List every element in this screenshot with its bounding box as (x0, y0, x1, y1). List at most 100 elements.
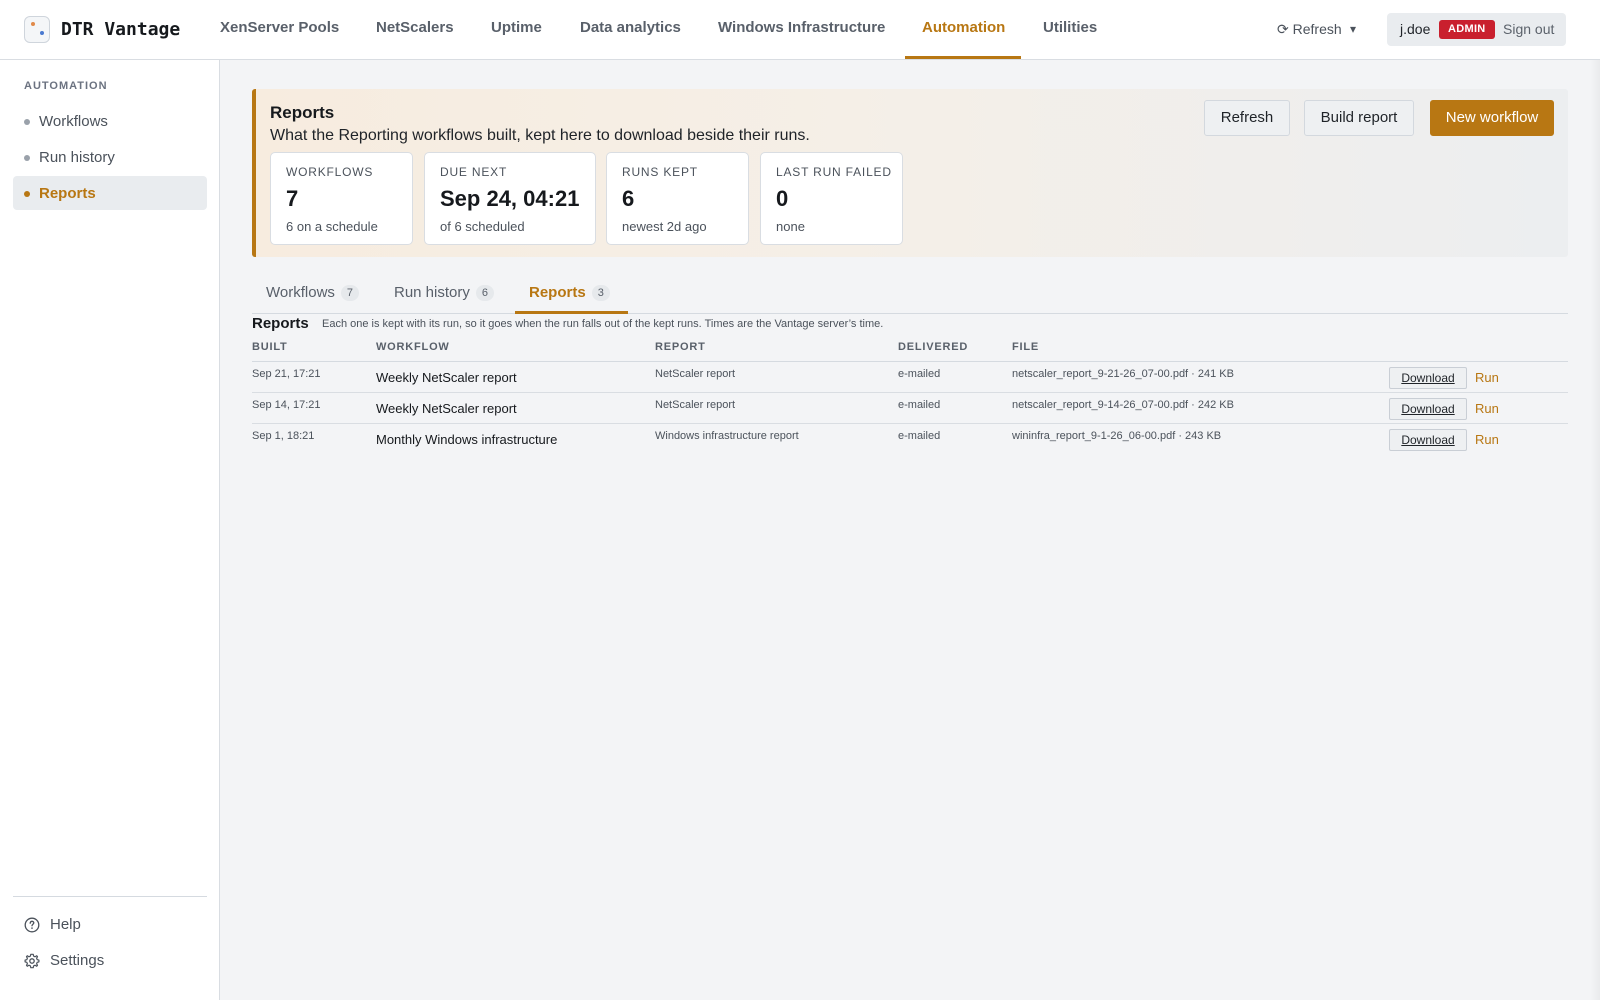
sidebar-item-label: Help (50, 916, 81, 933)
tab-count-badge: 3 (591, 285, 610, 301)
logo-dot (31, 22, 35, 26)
top-bar: DTR Vantage XenServer Pools NetScalers U… (0, 0, 1600, 60)
tab-count-badge: 7 (340, 285, 360, 301)
sidebar-divider (13, 896, 207, 897)
tab-label: Run history (394, 284, 470, 301)
cell-built: Sep 1, 18:21 (252, 430, 315, 442)
sidebar-item-label: Workflows (39, 113, 108, 130)
cell-built: Sep 14, 17:21 (252, 399, 321, 411)
app-name[interactable]: DTR Vantage (61, 19, 180, 40)
download-button[interactable]: Download (1389, 367, 1467, 389)
nav-windows-infrastructure[interactable]: Windows Infrastructure (718, 19, 885, 36)
sidebar-item-reports[interactable]: Reports (13, 176, 207, 210)
sidebar-item-workflows[interactable]: Workflows (13, 104, 207, 138)
cell-workflow: Weekly NetScaler report (376, 401, 517, 416)
reports-summary-card: Reports What the Reporting workflows bui… (252, 89, 1568, 257)
table-row: Sep 14, 17:21 Weekly NetScaler report Ne… (252, 393, 1568, 424)
table-row: Sep 21, 17:21 Weekly NetScaler report Ne… (252, 362, 1568, 393)
bullet-icon (24, 155, 30, 161)
refresh-button[interactable]: Refresh (1204, 100, 1290, 136)
stat-value: Sep 24, 04:21 (440, 186, 580, 211)
bullet-icon (24, 191, 30, 197)
stat-label: LAST RUN FAILED (776, 165, 892, 179)
nav-xenserver-pools[interactable]: XenServer Pools (220, 19, 339, 36)
nav-uptime[interactable]: Uptime (491, 19, 542, 36)
topbar-refresh-button[interactable]: ⟳ Refresh (1277, 21, 1342, 38)
stat-label: DUE NEXT (440, 165, 508, 179)
sidebar-heading: AUTOMATION (24, 80, 108, 92)
stat-due-next: DUE NEXT Sep 24, 04:21 of 6 scheduled (424, 152, 596, 245)
tabs-divider (252, 313, 1568, 314)
page-title: Reports (270, 103, 335, 122)
sidebar-item-label: Settings (50, 952, 105, 969)
logo-icon[interactable] (24, 16, 50, 43)
section-title: Reports (252, 315, 309, 332)
cell-delivered: e-mailed (898, 368, 941, 380)
stat-label: RUNS KEPT (622, 165, 698, 179)
sidebar-item-label: Run history (39, 149, 115, 166)
sidebar-item-label: Reports (39, 185, 96, 202)
run-link[interactable]: Run (1475, 370, 1499, 385)
scroll-edge-shadow (1590, 60, 1600, 1000)
column-header-report[interactable]: REPORT (655, 341, 706, 353)
user-menu: j.doe ADMIN Sign out (1387, 13, 1566, 46)
sidebar: AUTOMATION Workflows Run history Reports… (0, 60, 220, 1000)
stat-value: 7 (286, 186, 299, 211)
cell-delivered: e-mailed (898, 430, 941, 442)
tab-label: Workflows (266, 284, 335, 301)
section-note: Each one is kept with its run, so it goe… (322, 318, 884, 330)
sign-out-link[interactable]: Sign out (1503, 21, 1554, 37)
download-button[interactable]: Download (1389, 398, 1467, 420)
stat-note: 6 on a schedule (286, 219, 378, 234)
tab-count-badge: 6 (475, 285, 494, 301)
sidebar-item-settings[interactable]: Settings (24, 949, 204, 973)
logo-dot (40, 31, 44, 35)
cell-file: netscaler_report_9-21-26_07-00.pdf · 241… (1012, 368, 1234, 380)
cell-workflow: Weekly NetScaler report (376, 370, 517, 385)
cell-file: netscaler_report_9-14-26_07-00.pdf · 242… (1012, 399, 1234, 411)
build-report-button[interactable]: Build report (1304, 100, 1414, 136)
column-header-built[interactable]: BUILT (252, 341, 288, 353)
tab-label: Reports (529, 284, 586, 301)
tab-workflows[interactable]: Workflows 7 (266, 284, 360, 314)
cell-delivered: e-mailed (898, 399, 941, 411)
run-link[interactable]: Run (1475, 432, 1499, 447)
column-header-delivered[interactable]: DELIVERED (898, 341, 968, 353)
stat-note: newest 2d ago (622, 219, 707, 234)
sidebar-item-help[interactable]: Help (24, 913, 204, 937)
cell-report: NetScaler report (655, 399, 736, 411)
stat-value: 0 (776, 186, 789, 211)
role-badge: ADMIN (1439, 20, 1495, 39)
cell-report: NetScaler report (655, 368, 736, 380)
stat-note: none (776, 219, 805, 234)
nav-active-indicator (905, 56, 1021, 59)
stat-value: 6 (622, 186, 635, 211)
help-circle-icon (24, 917, 40, 933)
chevron-down-icon[interactable]: ▾ (1350, 22, 1356, 36)
bullet-icon (24, 119, 30, 125)
tab-active-indicator (515, 311, 628, 314)
nav-automation[interactable]: Automation (922, 19, 1005, 36)
tab-reports[interactable]: Reports 3 (529, 284, 610, 314)
column-header-file[interactable]: FILE (1012, 341, 1039, 353)
tab-run-history[interactable]: Run history 6 (394, 284, 494, 314)
run-link[interactable]: Run (1475, 401, 1499, 416)
download-button[interactable]: Download (1389, 429, 1467, 451)
cell-file: wininfra_report_9-1-26_06-00.pdf · 243 K… (1012, 430, 1222, 442)
user-name: j.doe (1400, 21, 1431, 37)
new-workflow-button[interactable]: New workflow (1430, 100, 1554, 136)
table-row: Sep 1, 18:21 Monthly Windows infrastruct… (252, 424, 1568, 455)
nav-data-analytics[interactable]: Data analytics (580, 19, 681, 36)
nav-utilities[interactable]: Utilities (1043, 19, 1097, 36)
stat-last-run-failed: LAST RUN FAILED 0 none (760, 152, 903, 245)
sidebar-item-run-history[interactable]: Run history (13, 140, 207, 174)
nav-netscalers[interactable]: NetScalers (376, 19, 454, 36)
cell-workflow: Monthly Windows infrastructure (376, 432, 558, 447)
column-header-workflow[interactable]: WORKFLOW (376, 341, 450, 353)
gear-icon (24, 953, 40, 969)
page-subtitle: What the Reporting workflows built, kept… (270, 127, 810, 144)
stat-note: of 6 scheduled (440, 219, 525, 234)
stat-runs-kept: RUNS KEPT 6 newest 2d ago (606, 152, 749, 245)
cell-report: Windows infrastructure report (655, 430, 799, 442)
stat-label: WORKFLOWS (286, 165, 374, 179)
